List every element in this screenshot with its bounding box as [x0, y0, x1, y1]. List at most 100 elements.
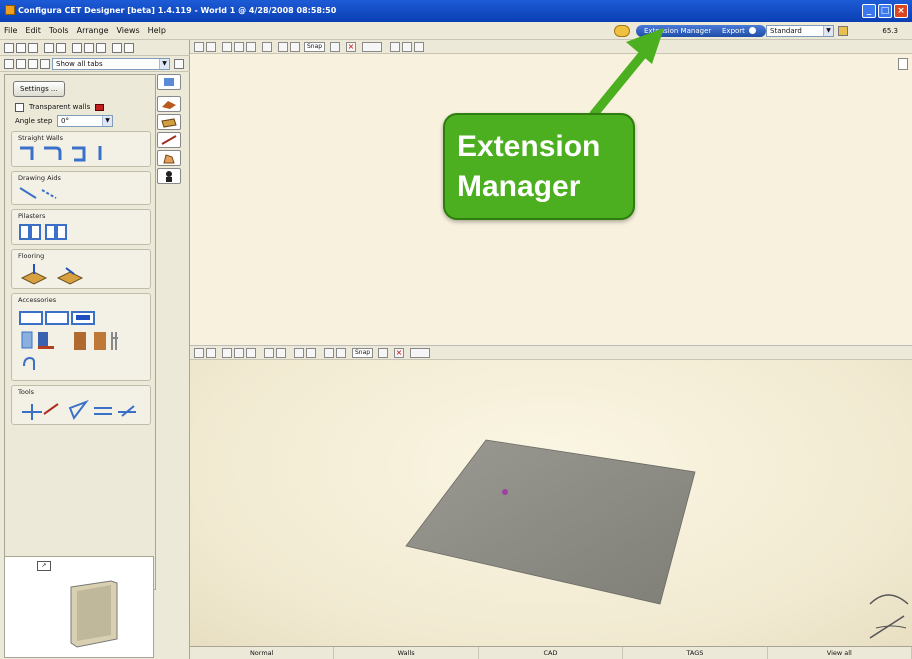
- nav-forward-icon[interactable]: [16, 59, 26, 69]
- tab-cad[interactable]: CAD: [479, 647, 624, 659]
- tab-view-all[interactable]: View all: [768, 647, 912, 659]
- preview-pane: ↗: [4, 556, 154, 658]
- group-straight-walls: Straight Walls: [11, 131, 151, 167]
- transparent-walls-label: Transparent walls: [29, 103, 91, 111]
- open-icon[interactable]: [16, 43, 26, 53]
- window-title: Configura CET Designer [beta] 1.4.119 - …: [18, 6, 337, 15]
- hand-icon[interactable]: [306, 348, 316, 358]
- floor-marker[interactable]: [502, 489, 508, 495]
- zoom-in-icon[interactable]: [222, 42, 232, 52]
- dropdown-icon: [748, 27, 756, 34]
- pan-icon[interactable]: [262, 42, 272, 52]
- view-settings-icon[interactable]: [898, 58, 908, 70]
- label-icon[interactable]: [410, 348, 430, 358]
- zoom-window-icon[interactable]: [246, 42, 256, 52]
- tab-filter-select[interactable]: Show all tabs ▼: [52, 58, 170, 70]
- mode-select[interactable]: Standard ▼: [766, 25, 834, 37]
- tab-blocks[interactable]: [157, 74, 181, 90]
- render-icon[interactable]: [336, 348, 346, 358]
- orbit-icon[interactable]: [264, 348, 274, 358]
- preview-select-icon[interactable]: ↗: [37, 561, 51, 571]
- nav-back-icon[interactable]: [4, 59, 14, 69]
- export-button[interactable]: Export: [714, 25, 766, 37]
- snap-toggle[interactable]: Snap: [352, 348, 374, 358]
- wall-color-swatch[interactable]: [95, 104, 104, 111]
- menu-edit[interactable]: Edit: [25, 26, 41, 35]
- maximize-button[interactable]: □: [878, 4, 892, 18]
- menu-views[interactable]: Views: [117, 26, 140, 35]
- measure-icon[interactable]: [330, 42, 340, 52]
- group-straight-walls-title: Straight Walls: [18, 134, 63, 142]
- navigation-widget-icon[interactable]: [866, 584, 910, 642]
- redo-icon[interactable]: [124, 43, 134, 53]
- select-icon[interactable]: [278, 42, 288, 52]
- line-tool-icon[interactable]: [16, 184, 76, 202]
- plan-view-toolbar: Snap ×: [190, 40, 912, 54]
- tab-walls[interactable]: Walls: [334, 647, 479, 659]
- zoom-window-icon[interactable]: [246, 348, 256, 358]
- menu-tools[interactable]: Tools: [49, 26, 69, 35]
- tab-normal[interactable]: Normal: [190, 647, 335, 659]
- delete-icon[interactable]: ×: [346, 42, 356, 52]
- zoom-out-icon[interactable]: [234, 348, 244, 358]
- copy-icon[interactable]: [84, 43, 94, 53]
- fit-icon[interactable]: [206, 42, 216, 52]
- line3-icon[interactable]: [414, 42, 424, 52]
- group-accessories: Accessories: [11, 293, 151, 381]
- tab-pens[interactable]: [157, 132, 181, 148]
- 3d-view-toolbar: Snap ×: [190, 346, 912, 360]
- camera-icon[interactable]: [324, 348, 334, 358]
- view-icon[interactable]: [194, 348, 204, 358]
- angle-step-select[interactable]: 0° ▼: [57, 115, 113, 127]
- new-icon[interactable]: [4, 43, 14, 53]
- flooring-icon[interactable]: [18, 262, 98, 288]
- tab-hands[interactable]: [157, 150, 181, 166]
- menu-help[interactable]: Help: [148, 26, 166, 35]
- view-icon[interactable]: [194, 42, 204, 52]
- zoom-out-icon[interactable]: [234, 42, 244, 52]
- pilaster-icon[interactable]: [16, 222, 76, 242]
- menu-file[interactable]: File: [4, 26, 17, 35]
- zoom-in-icon[interactable]: [222, 348, 232, 358]
- minimize-button[interactable]: _: [862, 4, 876, 18]
- close-button[interactable]: ×: [894, 4, 908, 18]
- nav-home-icon[interactable]: [40, 59, 50, 69]
- save-icon[interactable]: [28, 43, 38, 53]
- 3d-view[interactable]: Snap ×: [190, 346, 912, 646]
- fit-icon[interactable]: [206, 348, 216, 358]
- preview-icon[interactable]: [56, 43, 66, 53]
- tab-tags[interactable]: TAGS: [623, 647, 768, 659]
- hand-icon[interactable]: [290, 42, 300, 52]
- print-icon[interactable]: [44, 43, 54, 53]
- group-drawing-aids-title: Drawing Aids: [18, 174, 61, 182]
- transparent-walls-checkbox[interactable]: [15, 103, 24, 112]
- settings-button[interactable]: Settings ...: [13, 81, 65, 97]
- tab-people[interactable]: [157, 168, 181, 184]
- snap-toggle[interactable]: Snap: [304, 42, 326, 52]
- add-tab-icon[interactable]: [174, 59, 184, 69]
- app-icon: [5, 5, 15, 15]
- undo-icon[interactable]: [112, 43, 122, 53]
- group-flooring-title: Flooring: [18, 252, 45, 260]
- measure-icon[interactable]: [378, 348, 388, 358]
- wall-tools-icon[interactable]: [16, 144, 146, 164]
- cut-icon[interactable]: [72, 43, 82, 53]
- label-icon[interactable]: [362, 42, 382, 52]
- paste-icon[interactable]: [96, 43, 106, 53]
- measure-tools-icon[interactable]: [18, 398, 148, 424]
- tab-walls[interactable]: [157, 96, 181, 112]
- menu-arrange[interactable]: Arrange: [77, 26, 109, 35]
- tools-panel: Settings ... Transparent walls Angle ste…: [4, 74, 156, 590]
- line-icon[interactable]: [390, 42, 400, 52]
- pan-icon[interactable]: [294, 348, 304, 358]
- delete-icon[interactable]: ×: [394, 348, 404, 358]
- settings-icon[interactable]: [838, 26, 848, 36]
- walk-icon[interactable]: [276, 348, 286, 358]
- nav-up-icon[interactable]: [28, 59, 38, 69]
- left-toolbar: [0, 40, 190, 56]
- accessories-icon[interactable]: [16, 308, 146, 378]
- tab-floors[interactable]: [157, 114, 181, 130]
- view-mode-tabs: Normal Walls CAD TAGS View all: [190, 646, 912, 659]
- line2-icon[interactable]: [402, 42, 412, 52]
- window-controls: _ □ ×: [862, 4, 908, 18]
